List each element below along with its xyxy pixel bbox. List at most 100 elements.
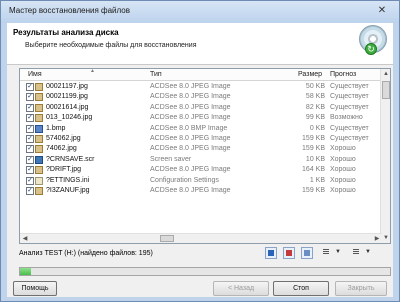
check-all-button[interactable] xyxy=(265,247,277,259)
file-name: 574062.jpg xyxy=(46,134,81,142)
jpg-file-icon xyxy=(35,83,43,91)
ini-file-icon xyxy=(35,176,43,185)
table-row[interactable]: ✓ 1.bmp ACDSee 8.0 BMP Image 0 KB Существует xyxy=(20,124,382,134)
scroll-down-icon[interactable]: ▼ xyxy=(381,233,390,243)
sort-button[interactable] xyxy=(351,247,363,259)
progress-fill xyxy=(20,268,32,275)
file-name: 00021197.jpg xyxy=(46,83,88,90)
file-type: ACDSee 8.0 JPEG Image xyxy=(150,166,231,174)
jpg-file-icon xyxy=(35,186,43,195)
back-button[interactable]: < Назад xyxy=(213,281,269,296)
table-row[interactable]: ✓ 013_10246.jpg ACDSee 8.0 JPEG Image 99 KB… xyxy=(20,113,382,123)
sort-dropdown-icon[interactable]: ▼ xyxy=(365,249,371,255)
file-forecast: Существует xyxy=(330,124,369,132)
table-row[interactable]: ✓ ?DRIFT.jpg ACDSee 8.0 JPEG Image 164 KB Хо… xyxy=(20,165,382,175)
file-type: ACDSee 8.0 JPEG Image xyxy=(150,83,231,90)
window-title: Мастер восстановления файлов xyxy=(9,6,130,15)
file-forecast: Хорошо xyxy=(330,145,356,153)
row-checkbox[interactable]: ✓ xyxy=(26,186,34,195)
uncheck-all-button[interactable] xyxy=(283,247,295,259)
file-rows: ✓ 00021197.jpg ACDSee 8.0 JPEG Image 50 KB С… xyxy=(20,82,382,196)
row-checkbox[interactable]: ✓ xyxy=(26,103,34,112)
row-checkbox[interactable]: ✓ xyxy=(26,145,34,154)
file-size: 99 KB xyxy=(305,114,325,122)
file-forecast: Хорошо xyxy=(330,166,356,174)
file-size: 159 KB xyxy=(302,134,325,142)
table-row[interactable]: ✓ 00021614.jpg ACDSee 8.0 JPEG Image 82 KB С… xyxy=(20,103,382,113)
row-checkbox[interactable]: ✓ xyxy=(26,134,34,143)
title-bar[interactable]: Мастер восстановления файлов ✕ xyxy=(1,1,399,23)
page-subtitle: Выберите необходимые файлы для восстанов… xyxy=(25,42,197,49)
table-row[interactable]: ✓ 00021199.jpg ACDSee 8.0 JPEG Image 58 KB С… xyxy=(20,92,382,102)
file-forecast: Существует xyxy=(330,93,369,101)
horizontal-scroll-thumb[interactable] xyxy=(160,235,174,242)
file-name: 00021614.jpg xyxy=(46,103,89,111)
row-checkbox[interactable]: ✓ xyxy=(26,124,34,133)
file-size: 159 KB xyxy=(302,145,325,153)
file-name: ?I3ZANUF.jpg xyxy=(46,186,90,194)
jpg-file-icon xyxy=(35,93,43,102)
recover-arrow-icon: ↻ xyxy=(365,43,377,55)
jpg-file-icon xyxy=(35,103,43,112)
table-row[interactable]: ✓ 74062.jpg ACDSee 8.0 JPEG Image 159 KB Хор… xyxy=(20,144,382,154)
wizard-buttons: Помощь < Назад Стоп Закрыть xyxy=(7,281,393,297)
row-checkbox[interactable]: ✓ xyxy=(26,166,34,175)
page-title: Результаты анализа диска xyxy=(13,28,119,37)
file-forecast: Хорошо xyxy=(330,176,356,184)
close-button[interactable]: Закрыть xyxy=(335,281,387,296)
scr-file-icon xyxy=(35,155,43,164)
file-type: ACDSee 8.0 JPEG Image xyxy=(150,114,231,122)
file-name: 1.bmp xyxy=(46,124,66,132)
row-checkbox[interactable]: ✓ xyxy=(26,93,34,102)
column-header-forecast[interactable]: Прогноз xyxy=(330,71,356,78)
jpg-file-icon xyxy=(35,134,43,143)
file-list[interactable]: ▲ Имя Тип Размер Прогноз ✓ 00021197.jpg AC… xyxy=(19,68,391,244)
help-button[interactable]: Помощь xyxy=(13,281,57,296)
file-name: ?CRNSAVE.scr xyxy=(46,155,95,163)
column-header-type[interactable]: Тип xyxy=(150,71,162,78)
table-row[interactable]: ✓ 00021197.jpg ACDSee 8.0 JPEG Image 50 KB С… xyxy=(20,82,382,92)
table-row[interactable]: ✓ 574062.jpg ACDSee 8.0 JPEG Image 159 KB Су… xyxy=(20,134,382,144)
file-type: ACDSee 8.0 JPEG Image xyxy=(150,186,231,194)
horizontal-scrollbar[interactable]: ◀ ▶ xyxy=(20,233,382,243)
invert-selection-icon xyxy=(304,250,310,256)
scroll-up-icon[interactable]: ▲ xyxy=(381,69,390,79)
status-text: Анализ TEST (H:) (найдено файлов: 195) xyxy=(19,250,153,257)
file-forecast: Существует xyxy=(330,134,369,142)
jpg-file-icon xyxy=(35,114,43,123)
view-mode-button[interactable] xyxy=(321,247,333,259)
column-header-size[interactable]: Размер xyxy=(298,71,322,78)
row-checkbox[interactable]: ✓ xyxy=(26,114,34,123)
file-type: Configuration Settings xyxy=(150,176,219,184)
file-size: 10 KB xyxy=(305,155,325,163)
uncheck-all-icon xyxy=(286,250,292,256)
table-row[interactable]: ✓ ?ETTINGS.ini Configuration Settings 1 KB Х… xyxy=(20,176,382,186)
file-forecast: Существует xyxy=(330,83,369,90)
row-checkbox[interactable]: ✓ xyxy=(26,155,34,164)
wizard-body: Результаты анализа диска Выберите необхо… xyxy=(7,23,393,297)
view-mode-dropdown-icon[interactable]: ▼ xyxy=(335,249,341,255)
file-forecast: Существует xyxy=(330,103,369,111)
analysis-progress-bar xyxy=(19,267,391,276)
scroll-right-icon[interactable]: ▶ xyxy=(372,234,382,243)
row-checkbox[interactable]: ✓ xyxy=(26,83,34,91)
row-checkbox[interactable]: ✓ xyxy=(26,176,34,185)
table-row[interactable]: ✓ ?I3ZANUF.jpg ACDSee 8.0 JPEG Image 159 KB… xyxy=(20,186,382,196)
file-size: 50 KB xyxy=(305,83,325,90)
file-type: ACDSee 8.0 JPEG Image xyxy=(150,134,231,142)
file-forecast: Хорошо xyxy=(330,155,356,163)
stop-button[interactable]: Стоп xyxy=(273,281,329,296)
vertical-scroll-thumb[interactable] xyxy=(382,81,390,99)
scroll-left-icon[interactable]: ◀ xyxy=(20,234,30,243)
recovery-wizard-window: Мастер восстановления файлов ✕ Результат… xyxy=(0,0,400,302)
invert-selection-button[interactable] xyxy=(301,247,313,259)
column-header-name[interactable]: Имя xyxy=(28,71,42,78)
bmp-file-icon xyxy=(35,124,43,133)
file-name: 74062.jpg xyxy=(46,145,77,153)
close-icon[interactable]: ✕ xyxy=(373,4,391,18)
vertical-scrollbar[interactable]: ▲ ▼ xyxy=(380,69,390,243)
table-row[interactable]: ✓ ?CRNSAVE.scr Screen saver 10 KB Хорошо xyxy=(20,155,382,165)
file-size: 164 KB xyxy=(302,166,325,174)
wizard-header: Результаты анализа диска Выберите необхо… xyxy=(7,23,393,65)
file-name: 00021199.jpg xyxy=(46,93,88,101)
